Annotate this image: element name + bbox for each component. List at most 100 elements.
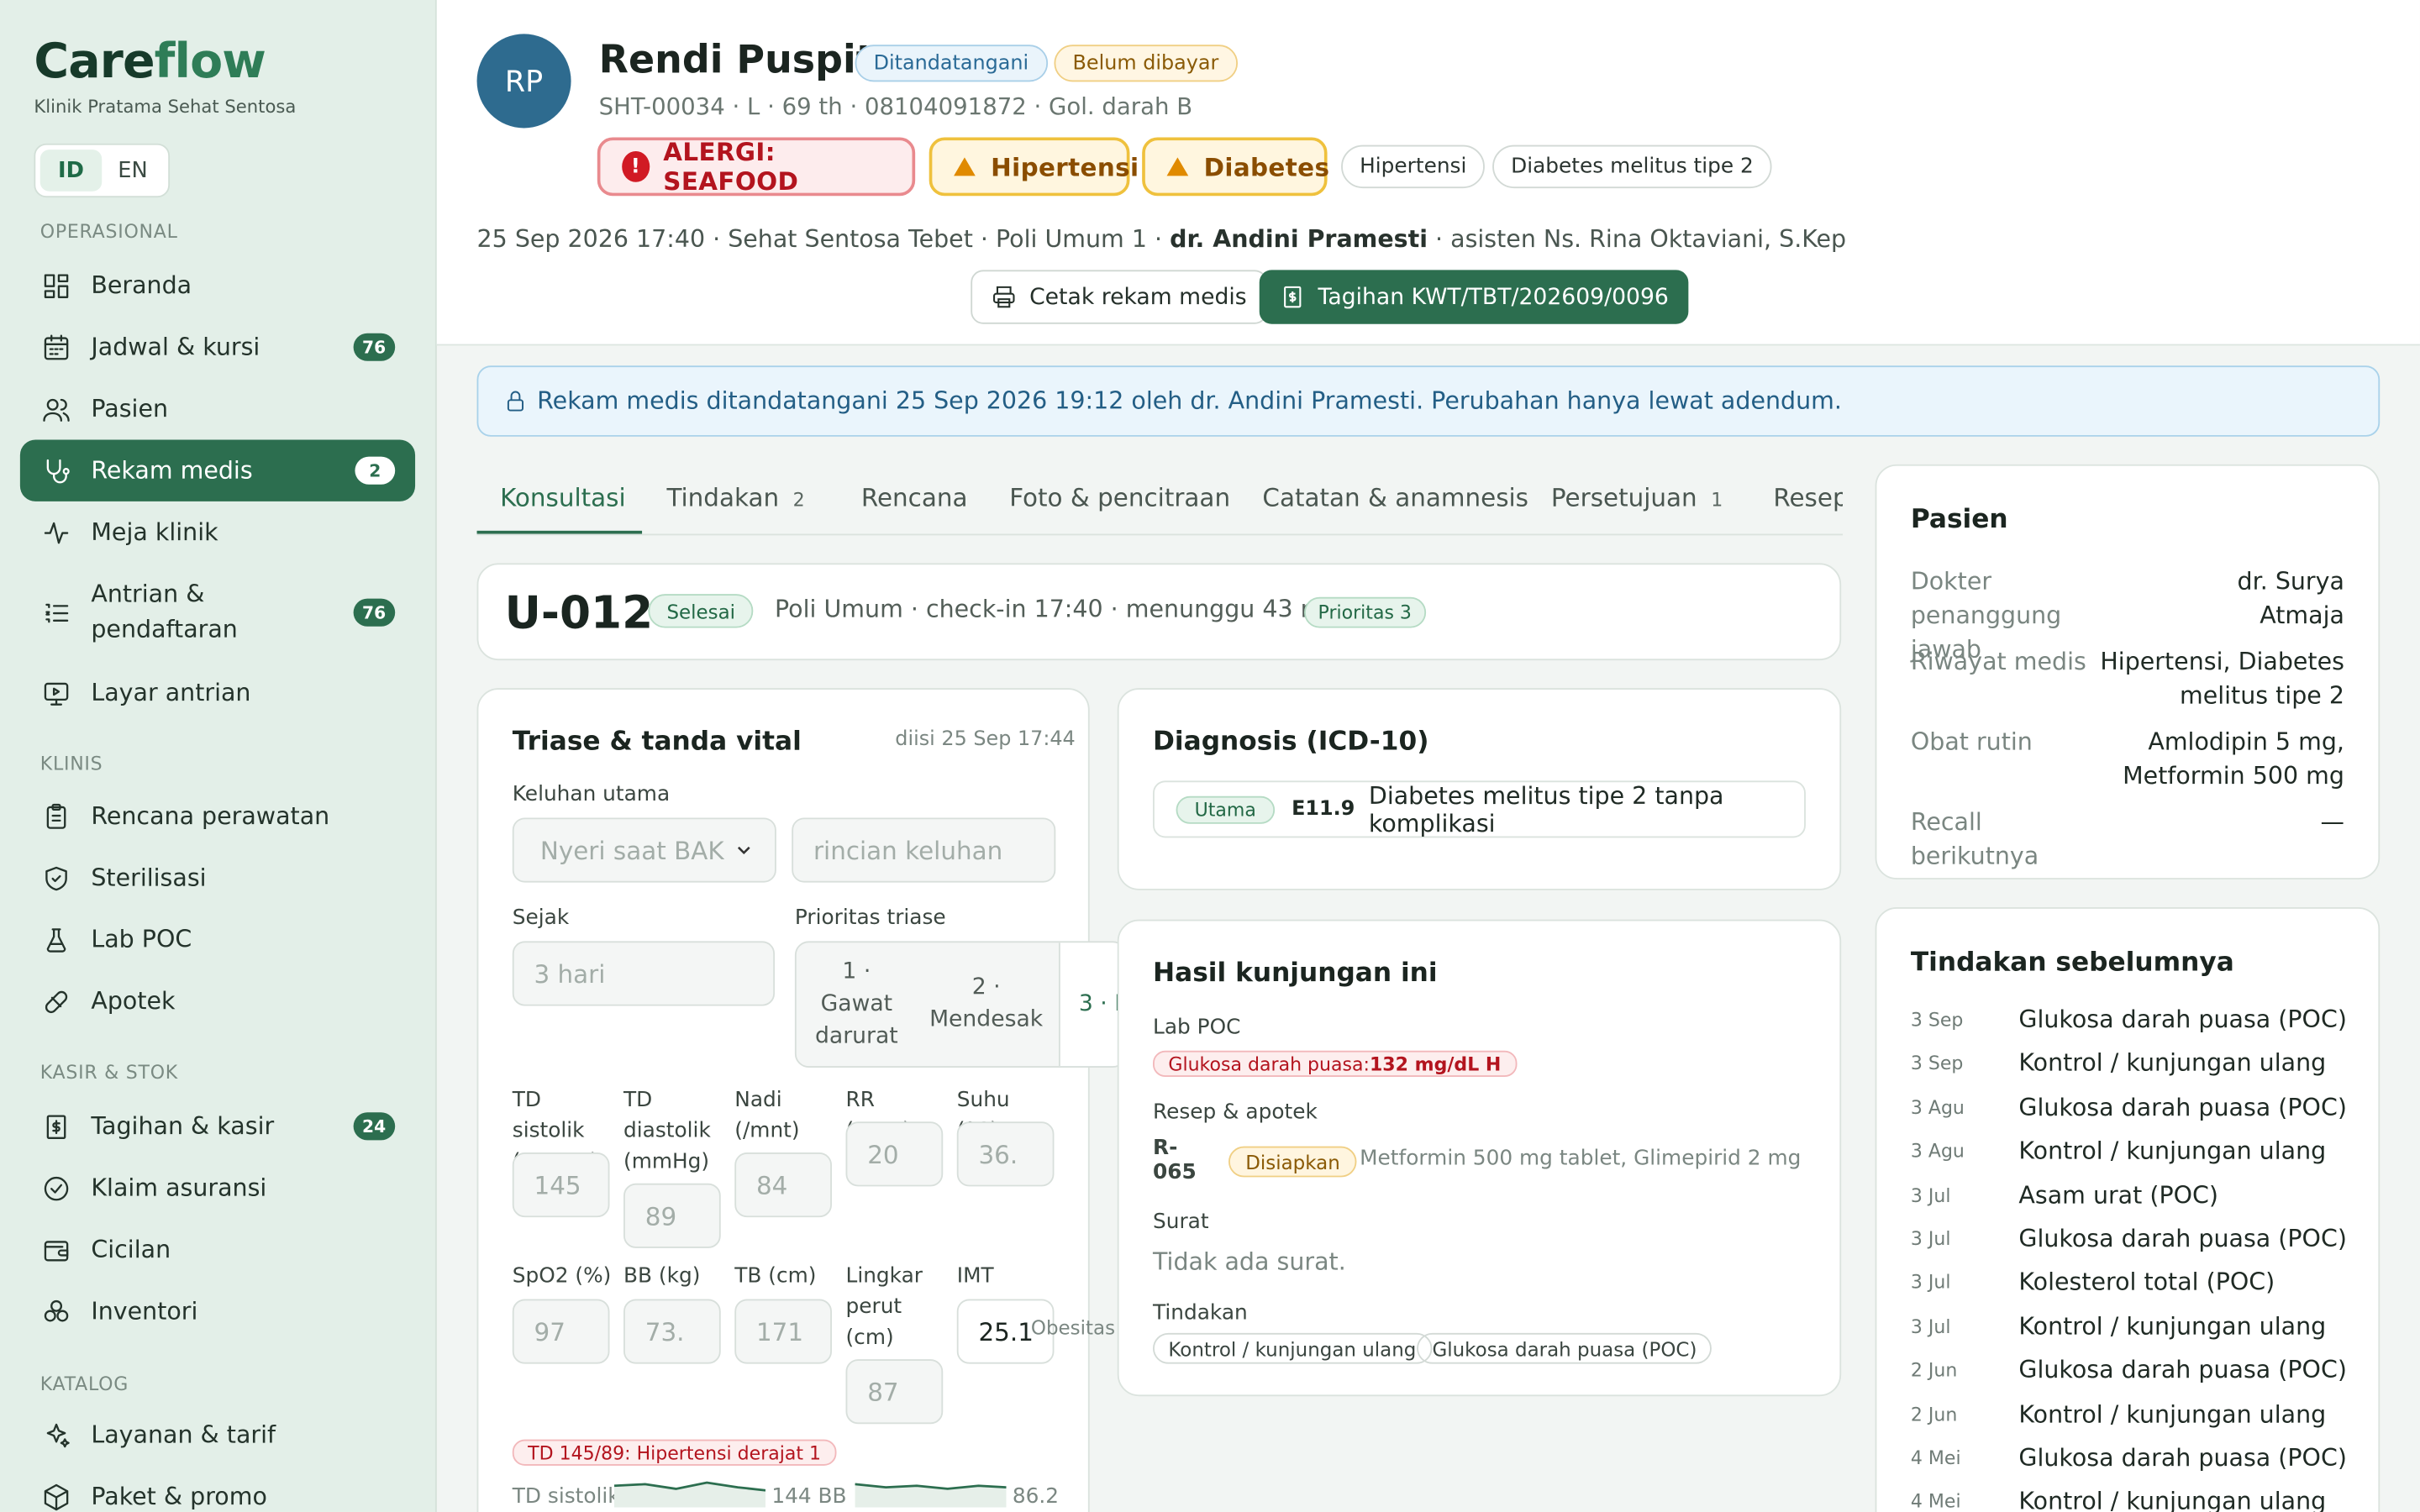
tab-rencana[interactable]: Rencana <box>861 483 968 512</box>
sidebar-item-rekam-medis[interactable]: Rekam medis 2 <box>19 439 416 501</box>
sidebar-item-label: Cicilan <box>91 1235 171 1263</box>
sidebar-item-paket-promo[interactable]: Paket & promo <box>20 1466 415 1512</box>
record-tabs: Konsultasi Tindakan 2 Rencana Foto & penc… <box>476 468 1844 536</box>
history-row[interactable]: 3 Sep Glukosa darah puasa (POC) <box>1911 1001 2359 1038</box>
history-procedure: Glukosa darah puasa (POC) <box>2018 1005 2347 1034</box>
history-date: 3 Sep <box>1910 1053 1964 1075</box>
sidebar-item-rencana-perawatan[interactable]: Rencana perawatan <box>20 785 415 847</box>
allergy-alert[interactable]: ! ALERGI: SEAFOOD <box>597 137 916 197</box>
vital-input-spo2[interactable]: 97 <box>512 1299 610 1364</box>
sidebar-item-tagihan-kasir[interactable]: Tagihan & kasir 24 <box>20 1095 415 1157</box>
tab-tindakan[interactable]: Tindakan 2 <box>666 483 804 512</box>
sidebar-item-apotek[interactable]: Apotek <box>20 970 415 1032</box>
vital-input-td-diastolik-mmhg[interactable]: 89 <box>623 1183 721 1248</box>
chevron-down-icon <box>737 846 750 855</box>
complaint-detail-input[interactable]: rincian keluhan <box>792 817 1056 883</box>
vital-input-tb-cm[interactable]: 171 <box>734 1299 832 1364</box>
history-row[interactable]: 3 Agu Glukosa darah puasa (POC) <box>1911 1089 2359 1126</box>
sidebar-item-sterilisasi[interactable]: Sterilisasi <box>20 847 415 908</box>
priority-option-1[interactable]: 1 · Gawat darurat <box>808 942 904 1066</box>
tab-konsultasi[interactable]: Konsultasi <box>500 483 626 512</box>
flask-icon <box>40 924 71 955</box>
queue-card: U-012 Selesai Poli Umum · check-in 17:40… <box>476 563 1842 661</box>
count-badge: 76 <box>353 333 396 361</box>
triage-filled-time: diisi 25 Sep 17:44 <box>895 727 1076 752</box>
triage-title: Triase & tanda vital <box>512 727 802 758</box>
hypertension-alert[interactable]: Hipertensi <box>929 137 1139 197</box>
sidebar-item-label: Klaim asuransi <box>91 1173 267 1201</box>
condition-pill: Hipertensi <box>1341 144 1486 189</box>
priority-option-3[interactable]: 3 · Biasa <box>1058 942 1125 1067</box>
sidebar-item-beranda[interactable]: Beranda <box>20 255 415 316</box>
vital-input-nadi-mnt[interactable]: 84 <box>734 1152 832 1218</box>
vital-input-rr-mnt[interactable]: 20 <box>845 1121 944 1187</box>
history-row[interactable]: 3 Sep Kontrol / kunjungan ulang <box>1911 1045 2359 1082</box>
tab-catatan-anamnesis[interactable]: Catatan & anamnesis <box>1262 483 1528 512</box>
history-row[interactable]: 3 Jul Glukosa darah puasa (POC) <box>1911 1221 2359 1257</box>
history-row[interactable]: 4 Mei Kontrol / kunjungan ulang <box>1911 1483 2359 1512</box>
vital-label-tb-cm: TB (cm) <box>734 1263 817 1289</box>
history-row[interactable]: 4 Mei Glukosa darah puasa (POC) <box>1911 1440 2359 1477</box>
status-badge-unpaid: Belum dibayar <box>1054 45 1238 82</box>
sidebar-item-klaim-asuransi[interactable]: Klaim asuransi <box>20 1158 415 1219</box>
tab-resep[interactable]: Resep <box>1773 483 1843 512</box>
sidebar-item-label: Layanan & tarif <box>91 1420 276 1448</box>
complaint-select[interactable]: Nyeri saat BAK <box>512 817 776 883</box>
triage-priority-segmented: 1 · Gawat darurat 2 · Mendesak 3 · Biasa <box>794 941 1127 1068</box>
bw-sparkline <box>855 1483 1007 1508</box>
history-procedure: Glukosa darah puasa (POC) <box>2018 1444 2347 1473</box>
history-row[interactable]: 3 Jul Kolesterol total (POC) <box>1911 1264 2359 1301</box>
sidebar-item-meja-klinik[interactable]: Meja klinik <box>20 501 415 563</box>
print-record-button[interactable]: Cetak rekam medis <box>971 270 1267 324</box>
history-row[interactable]: 2 Jun Kontrol / kunjungan ulang <box>1911 1395 2359 1432</box>
history-row[interactable]: 3 Jul Asam urat (POC) <box>1911 1177 2359 1214</box>
rx-items[interactable]: Metformin 500 mg tablet, Glimepirid 2 mg… <box>1360 1147 1807 1171</box>
doctor-name: dr. Andini Pramesti <box>1170 225 1428 254</box>
history-row[interactable]: 2 Jun Glukosa darah puasa (POC) <box>1911 1352 2359 1389</box>
tab-persetujuan[interactable]: Persetujuan 1 <box>1551 483 1723 512</box>
sidebar-item-label: Rekam medis <box>91 455 253 484</box>
sidebar-item-layar-antrian[interactable]: Layar antrian <box>20 662 415 723</box>
history-row[interactable]: 3 Agu Kontrol / kunjungan ulang <box>1911 1132 2359 1169</box>
history-procedure: Kontrol / kunjungan ulang <box>2018 1137 2327 1166</box>
sidebar-item-jadwal-kursi[interactable]: Jadwal & kursi 76 <box>20 317 415 378</box>
status-badge-signed: Ditandatangani <box>855 45 1048 82</box>
sidebar-item-cicilan[interactable]: Cicilan <box>20 1219 415 1280</box>
rx-code: R-065 <box>1153 1135 1197 1185</box>
diagnosis-title: Diagnosis (ICD-10) <box>1153 727 1429 758</box>
tab-foto-pencitraan[interactable]: Foto & pencitraan <box>1009 483 1230 512</box>
sidebar-item-lab-poc[interactable]: Lab POC <box>20 909 415 970</box>
lang-en-button[interactable]: EN <box>102 150 163 192</box>
visit-result-card: Hasil kunjungan ini Lab POC Glukosa dara… <box>1117 919 1842 1397</box>
vital-input-suhu-c[interactable]: 36. <box>956 1121 1055 1187</box>
history-date: 2 Jun <box>1910 1403 1958 1425</box>
trend-bp-label: TD sistolik <box>512 1483 620 1509</box>
history-procedure: Kontrol / kunjungan ulang <box>2018 1488 2327 1512</box>
sidebar-item-pasien[interactable]: Pasien <box>20 378 415 439</box>
since-input[interactable]: 3 hari <box>512 941 776 1006</box>
brand-logo[interactable]: Careflow <box>34 34 266 89</box>
sidebar-item-label: Inventori <box>91 1296 198 1325</box>
priority-label: Prioritas triase <box>794 906 946 931</box>
activity-icon <box>40 517 71 548</box>
history-procedure: Kontrol / kunjungan ulang <box>2018 1399 2327 1429</box>
sidebar-item-inventori[interactable]: Inventori <box>20 1280 415 1341</box>
priority-option-2[interactable]: 2 · Mendesak <box>917 942 1055 1066</box>
history-row[interactable]: 3 Jul Kontrol / kunjungan ulang <box>1911 1308 2359 1345</box>
vital-input-td-sistolik-mmhg[interactable]: 145 <box>512 1152 610 1218</box>
vital-input-lingkar-perut-cm[interactable]: 87 <box>845 1359 944 1425</box>
vital-input-bb-kg[interactable]: 73. <box>623 1299 721 1364</box>
diagnosis-row[interactable]: Utama E11.9 Diabetes melitus tipe 2 tanp… <box>1153 780 1806 838</box>
calendar-icon <box>40 332 71 363</box>
sidebar-item-layanan-tarif[interactable]: Layanan & tarif <box>20 1404 415 1465</box>
lang-id-button[interactable]: ID <box>39 150 103 192</box>
icd-code: E11.9 <box>1292 797 1355 822</box>
sidebar-item-antrian-pendaftaran[interactable]: Antrian & pendaftaran 76 <box>20 563 415 662</box>
lab-result-tag: Glukosa darah puasa: 132 mg/dL H <box>1153 1050 1517 1078</box>
history-procedure: Kontrol / kunjungan ulang <box>2018 1312 2327 1341</box>
count-badge: 76 <box>353 598 396 627</box>
invoice-button[interactable]: Tagihan KWT/TBT/202609/0096 <box>1259 270 1689 324</box>
patient-meta: SHT-00034 · L · 69 th · 08104091872 · Go… <box>598 92 1193 121</box>
diabetes-alert[interactable]: Diabetes <box>1142 137 1329 197</box>
clipboard-icon <box>40 801 71 832</box>
